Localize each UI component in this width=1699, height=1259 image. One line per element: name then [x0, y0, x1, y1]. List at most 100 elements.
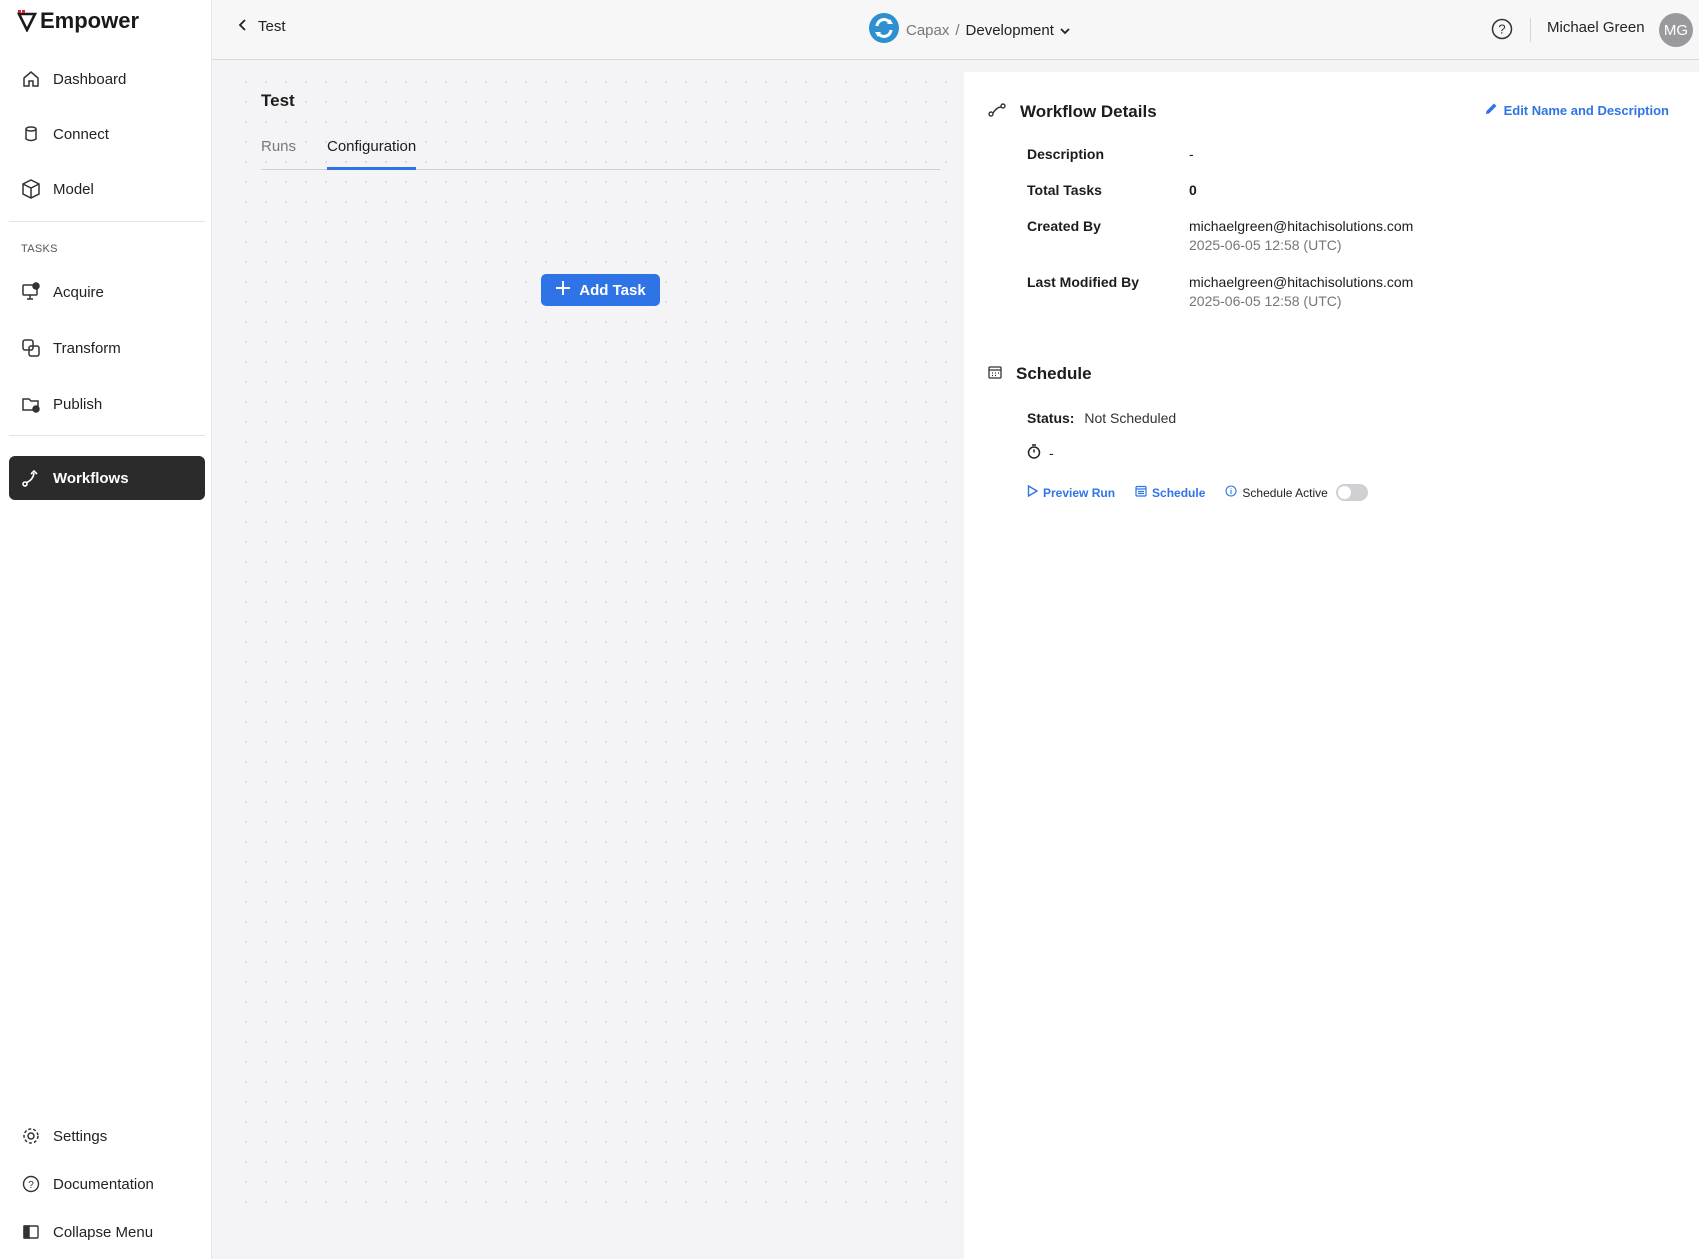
top-bar: Test Capax / Development ? Michael Green…: [212, 0, 1699, 60]
back-button[interactable]: Test: [238, 18, 286, 35]
sidebar-item-label: Publish: [53, 395, 103, 413]
breadcrumb-separator: /: [955, 21, 960, 39]
sidebar-item-dashboard[interactable]: Dashboard: [9, 57, 205, 101]
play-icon: [1027, 484, 1039, 500]
status-label: Status:: [1027, 410, 1075, 426]
workflow-icon: [21, 468, 41, 488]
topbar-divider: [1530, 18, 1531, 42]
schedule-actions: Preview Run Schedule Schedule Active: [1027, 484, 1368, 501]
sidebar-item-transform[interactable]: Transform: [9, 326, 205, 370]
chevron-left-icon: [238, 18, 248, 35]
schedule-active-label: Schedule Active: [1242, 485, 1328, 500]
created-by-label: Created By: [1027, 218, 1101, 234]
schedule-timer: -: [1027, 444, 1054, 462]
info-icon: [1225, 485, 1237, 500]
sidebar-item-connect[interactable]: Connect: [9, 112, 205, 156]
sidebar-item-label: Workflows: [53, 469, 129, 487]
add-task-button[interactable]: Add Task: [541, 274, 660, 306]
preview-run-button[interactable]: Preview Run: [1027, 484, 1116, 500]
sidebar-item-workflows[interactable]: Workflows: [9, 456, 205, 500]
sidebar-item-settings[interactable]: Settings: [9, 1114, 205, 1158]
last-modified-value: michaelgreen@hitachisolutions.com 2025-0…: [1189, 274, 1413, 309]
home-icon: [21, 69, 41, 89]
last-modified-date: 2025-06-05 12:58 (UTC): [1189, 293, 1342, 309]
brand-logo[interactable]: Empower: [17, 8, 139, 34]
sidebar-item-model[interactable]: Model: [9, 167, 205, 211]
sidebar-item-acquire[interactable]: Acquire: [9, 270, 205, 314]
org-name: Capax: [906, 21, 950, 39]
created-by-date: 2025-06-05 12:58 (UTC): [1189, 237, 1342, 253]
schedule-active-toggle[interactable]: [1335, 484, 1368, 501]
help-button[interactable]: ?: [1491, 18, 1513, 45]
add-task-label: Add Task: [579, 281, 646, 299]
calendar-icon: [988, 364, 1002, 384]
schedule-title: Schedule: [1016, 364, 1092, 383]
sidebar-item-label: Model: [53, 180, 94, 198]
svg-text:?: ?: [28, 1180, 34, 1191]
edit-label: Edit Name and Description: [1503, 102, 1669, 118]
sidebar-item-publish[interactable]: Publish: [9, 382, 205, 426]
total-tasks-value: 0: [1189, 182, 1197, 198]
sidebar-item-label: Collapse Menu: [53, 1223, 154, 1241]
schedule-active-label-group: Schedule Active: [1225, 485, 1328, 500]
plus-icon: [555, 280, 571, 300]
schedule-heading: Schedule: [988, 364, 1092, 384]
org-logo-icon: [868, 12, 900, 48]
last-modified-label: Last Modified By: [1027, 274, 1140, 290]
tasks-section-label: TASKS: [21, 243, 58, 255]
user-name[interactable]: Michael Green: [1547, 19, 1645, 36]
database-icon: [21, 124, 41, 144]
workflow-canvas[interactable]: [236, 72, 964, 1217]
tab-runs[interactable]: Runs: [261, 138, 296, 170]
sidebar-item-label: Transform: [53, 339, 121, 357]
empower-logo-icon: [17, 10, 37, 32]
back-label: Test: [258, 18, 286, 35]
help-circle-icon: ?: [1491, 18, 1513, 44]
help-circle-icon: ?: [21, 1174, 41, 1194]
created-by-email: michaelgreen@hitachisolutions.com: [1189, 218, 1414, 234]
pencil-icon: [1485, 102, 1498, 118]
schedule-button[interactable]: Schedule: [1135, 485, 1205, 500]
stopwatch-icon: [1027, 444, 1041, 462]
workflow-details-panel: Workflow Details Edit Name and Descripti…: [964, 72, 1699, 1259]
sidebar: Empower Dashboard Connect Model TASKS Ac…: [0, 0, 212, 1259]
workflow-icon: [988, 102, 1006, 122]
chevron-down-icon: [1060, 22, 1070, 39]
brand-name: Empower: [40, 8, 140, 33]
environment-name: Development: [965, 21, 1054, 39]
sidebar-item-label: Connect: [53, 125, 109, 143]
cube-icon: [21, 179, 41, 199]
sidebar-item-label: Documentation: [53, 1175, 154, 1193]
description-label: Description: [1027, 146, 1105, 162]
gear-icon: [21, 1126, 41, 1146]
edit-name-description-link[interactable]: Edit Name and Description: [1485, 102, 1669, 118]
description-value: -: [1189, 146, 1194, 162]
sidebar-item-collapse-menu[interactable]: Collapse Menu: [9, 1210, 205, 1254]
page-title: Test: [261, 91, 295, 110]
sidebar-item-label: Settings: [53, 1127, 108, 1145]
total-tasks-label: Total Tasks: [1027, 182, 1102, 198]
calendar-icon: [1135, 485, 1147, 500]
publish-icon: [21, 394, 41, 414]
collapse-icon: [21, 1222, 41, 1242]
last-modified-email: michaelgreen@hitachisolutions.com: [1189, 274, 1414, 290]
created-by-value: michaelgreen@hitachisolutions.com 2025-0…: [1189, 218, 1413, 253]
timer-value: -: [1049, 445, 1054, 461]
avatar[interactable]: MG: [1659, 13, 1693, 47]
workflow-tabs: Runs Configuration: [261, 136, 940, 170]
project-selector[interactable]: Capax / Development: [868, 12, 1070, 48]
tab-configuration[interactable]: Configuration: [327, 138, 417, 170]
sidebar-divider: [9, 221, 205, 222]
sidebar-item-label: Dashboard: [53, 70, 127, 88]
workflow-details-heading: Workflow Details: [988, 102, 1157, 122]
transform-icon: [21, 338, 41, 358]
sidebar-item-label: Acquire: [53, 283, 104, 301]
preview-run-label: Preview Run: [1043, 485, 1116, 500]
svg-text:?: ?: [1498, 22, 1505, 37]
schedule-status: Status: Not Scheduled: [1027, 410, 1176, 426]
status-value: Not Scheduled: [1084, 410, 1177, 426]
workflow-details-title: Workflow Details: [1020, 102, 1157, 121]
schedule-label: Schedule: [1152, 485, 1206, 500]
sidebar-item-documentation[interactable]: ? Documentation: [9, 1162, 205, 1206]
sidebar-divider: [9, 435, 205, 436]
